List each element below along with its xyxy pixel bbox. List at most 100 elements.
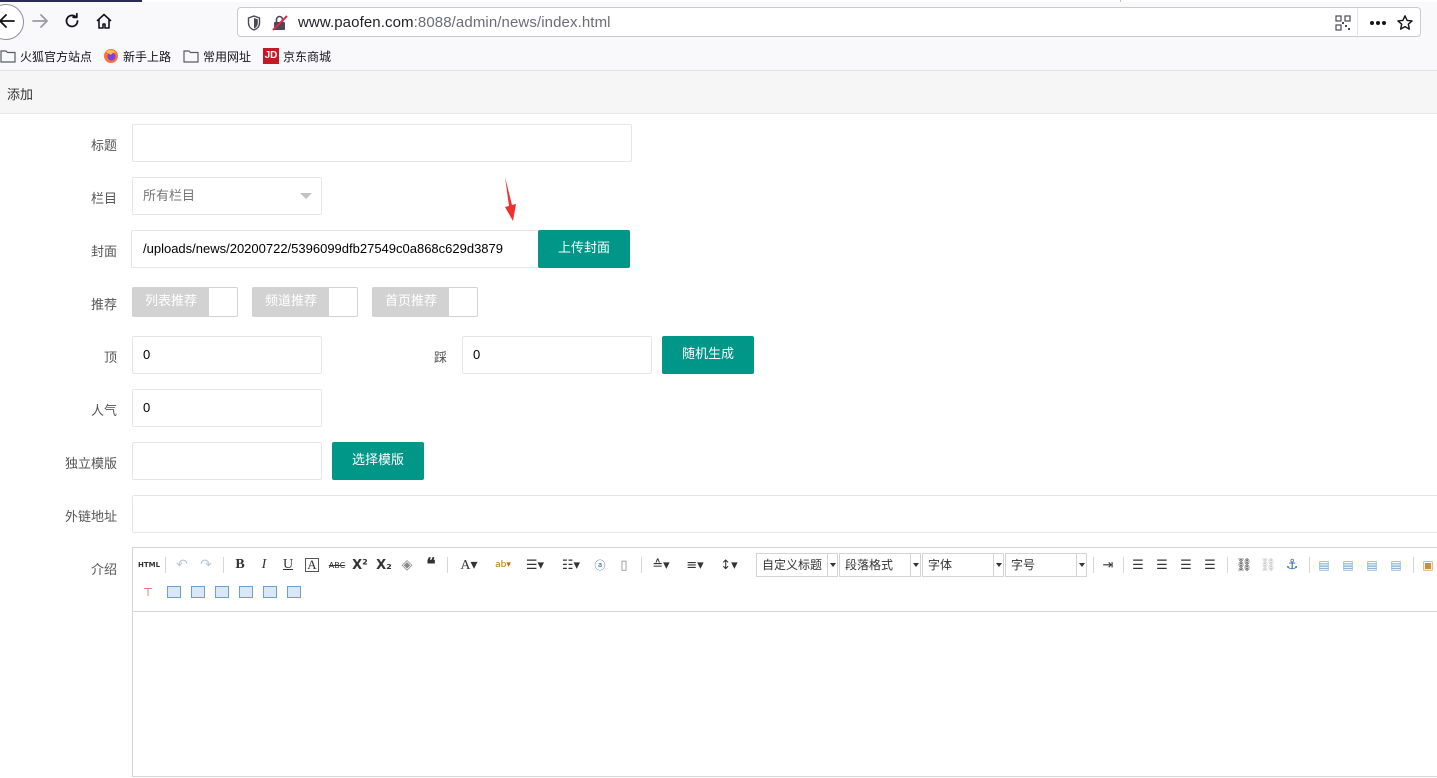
bookmark-label: 火狐官方站点 <box>20 49 93 64</box>
image-left-icon[interactable]: ▤ <box>1339 556 1357 574</box>
external-link-input[interactable] <box>132 495 1437 533</box>
reload-button[interactable] <box>57 6 87 36</box>
link-label: 外链地址 <box>64 510 117 525</box>
firefox-icon <box>104 49 118 63</box>
editor-content-area[interactable] <box>133 612 1437 778</box>
image-right-icon[interactable]: ▤ <box>1363 556 1381 574</box>
insecure-lock-icon[interactable] <box>271 14 289 32</box>
folder-icon <box>0 50 16 63</box>
subscript-icon[interactable]: X₂ <box>375 556 393 574</box>
eraser-icon[interactable]: ◈ <box>398 556 416 574</box>
bookmark-star-icon[interactable] <box>1396 14 1414 32</box>
chevron-down-icon[interactable] <box>300 193 312 199</box>
custom-heading-select[interactable]: 自定义标题 <box>756 553 838 577</box>
urlbar-divider <box>1357 8 1358 38</box>
combo-label: 自定义标题 <box>762 558 823 572</box>
choose-template-button[interactable]: 选择模版 <box>332 442 424 480</box>
editor-toolbar: HTML ↶ ↷ B I U A ABC X² X₂ ◈ ❝ A▾ ab▾ ☰▾… <box>133 548 1437 612</box>
redo-icon[interactable]: ↷ <box>197 556 215 574</box>
table-icon[interactable]: ⊤ <box>141 585 155 599</box>
home-icon <box>96 13 112 29</box>
folder-icon <box>183 50 199 63</box>
bookmark-common-sites[interactable]: 常用网址 <box>183 47 251 65</box>
qr-code-icon[interactable] <box>1335 15 1351 31</box>
insert-col-icon[interactable] <box>215 586 229 598</box>
clear-doc-icon[interactable]: ▯ <box>615 556 633 574</box>
rich-text-editor[interactable]: HTML ↶ ↷ B I U A ABC X² X₂ ◈ ❝ A▾ ab▾ ☰▾… <box>132 547 1437 777</box>
cover-path-input[interactable]: /uploads/news/20200722/5396099dfb27549c0… <box>131 230 541 268</box>
align-justify-icon[interactable]: ☰ <box>1201 556 1219 574</box>
unlink-icon[interactable]: ⛓ <box>1259 556 1277 574</box>
category-select[interactable]: 所有栏目 <box>132 177 322 215</box>
indent-icon[interactable]: ⇥ <box>1099 556 1117 574</box>
switch-label: 列表推荐 <box>133 288 209 316</box>
row-spacing-top-icon[interactable]: ≙▾ <box>647 556 675 574</box>
upload-cover-button[interactable]: 上传封面 <box>538 230 630 268</box>
font-border-icon[interactable]: A <box>305 557 319 572</box>
ordered-list-icon[interactable]: ☰▾ <box>521 556 549 574</box>
insert-row-icon[interactable] <box>167 586 181 598</box>
combo-label: 字号 <box>1011 558 1036 572</box>
step-label: 踩 <box>433 351 447 366</box>
row-spacing-bottom-icon[interactable]: ≡▾ <box>681 556 709 574</box>
chevron-down-icon <box>827 554 837 576</box>
recommend-label: 推荐 <box>90 298 117 313</box>
bookmark-getting-started[interactable]: 新手上路 <box>103 47 171 65</box>
home-button[interactable] <box>89 6 119 36</box>
insert-image-icon[interactable]: ▣ <box>1419 556 1437 574</box>
font-color-icon[interactable]: A▾ <box>455 556 483 574</box>
strikethrough-icon[interactable]: ABC <box>326 556 348 574</box>
chevron-down-icon <box>1076 554 1086 576</box>
bookmark-label: 常用网址 <box>203 49 252 64</box>
combo-label: 字体 <box>928 558 953 572</box>
align-center-icon[interactable]: ☰ <box>1153 556 1171 574</box>
popularity-input[interactable]: 0 <box>132 389 322 427</box>
more-actions-icon[interactable] <box>1369 20 1387 26</box>
bookmark-jd-mall[interactable]: JD 京东商城 <box>263 47 331 65</box>
highlight-color-icon[interactable]: ab▾ <box>489 556 517 574</box>
delete-row-icon[interactable] <box>191 586 205 598</box>
font-size-select[interactable]: 字号 <box>1005 553 1087 577</box>
address-bar[interactable]: www.paofen.com:8088/admin/news/index.htm… <box>237 7 1421 38</box>
split-cells-icon[interactable] <box>287 586 301 598</box>
cover-label: 封面 <box>90 245 117 260</box>
line-height-icon[interactable]: ↕▾ <box>715 556 743 574</box>
forward-button[interactable] <box>25 6 55 36</box>
top-count-input[interactable]: 0 <box>132 336 322 374</box>
bold-icon[interactable]: B <box>231 556 249 574</box>
undo-icon[interactable]: ↶ <box>173 556 191 574</box>
italic-icon[interactable]: I <box>255 556 273 574</box>
back-arrow-icon[interactable] <box>0 6 22 36</box>
template-input[interactable] <box>132 442 322 480</box>
html-source-button[interactable]: HTML <box>138 557 160 573</box>
url-text[interactable]: www.paofen.com:8088/admin/news/index.htm… <box>298 14 611 31</box>
delete-col-icon[interactable] <box>239 586 253 598</box>
shield-icon[interactable] <box>247 15 261 31</box>
underline-icon[interactable]: U <box>279 556 297 574</box>
align-left-icon[interactable]: ☰ <box>1129 556 1147 574</box>
image-none-icon[interactable]: ▤ <box>1315 556 1333 574</box>
title-input[interactable] <box>132 124 632 162</box>
random-generate-button[interactable]: 随机生成 <box>662 336 754 374</box>
unordered-list-icon[interactable]: ☷▾ <box>557 556 585 574</box>
bookmark-label: 新手上路 <box>123 49 172 64</box>
channel-recommend-switch[interactable]: 频道推荐 <box>252 287 358 317</box>
link-icon[interactable]: ⛓ <box>1235 556 1253 574</box>
superscript-icon[interactable]: X² <box>351 556 369 574</box>
font-family-select[interactable]: 字体 <box>922 553 1004 577</box>
image-center-icon[interactable]: ▤ <box>1387 556 1405 574</box>
anchor-icon[interactable]: ⚓ <box>1283 556 1301 574</box>
step-count-input[interactable]: 0 <box>462 336 652 374</box>
bookmark-firefox-site[interactable]: 火狐官方站点 <box>0 47 92 65</box>
blockquote-icon[interactable]: ❝ <box>422 555 440 574</box>
align-right-icon[interactable]: ☰ <box>1177 556 1195 574</box>
popularity-label: 人气 <box>90 404 117 419</box>
jd-logo-icon: JD <box>263 48 279 64</box>
home-recommend-switch[interactable]: 首页推荐 <box>372 287 478 317</box>
tab-add[interactable]: 添加 <box>7 84 33 103</box>
template-label: 独立模版 <box>64 457 117 472</box>
paragraph-format-select[interactable]: 段落格式 <box>839 553 921 577</box>
select-all-icon[interactable]: ⓐ <box>591 556 609 574</box>
merge-cells-icon[interactable] <box>263 586 277 598</box>
list-recommend-switch[interactable]: 列表推荐 <box>132 287 238 317</box>
